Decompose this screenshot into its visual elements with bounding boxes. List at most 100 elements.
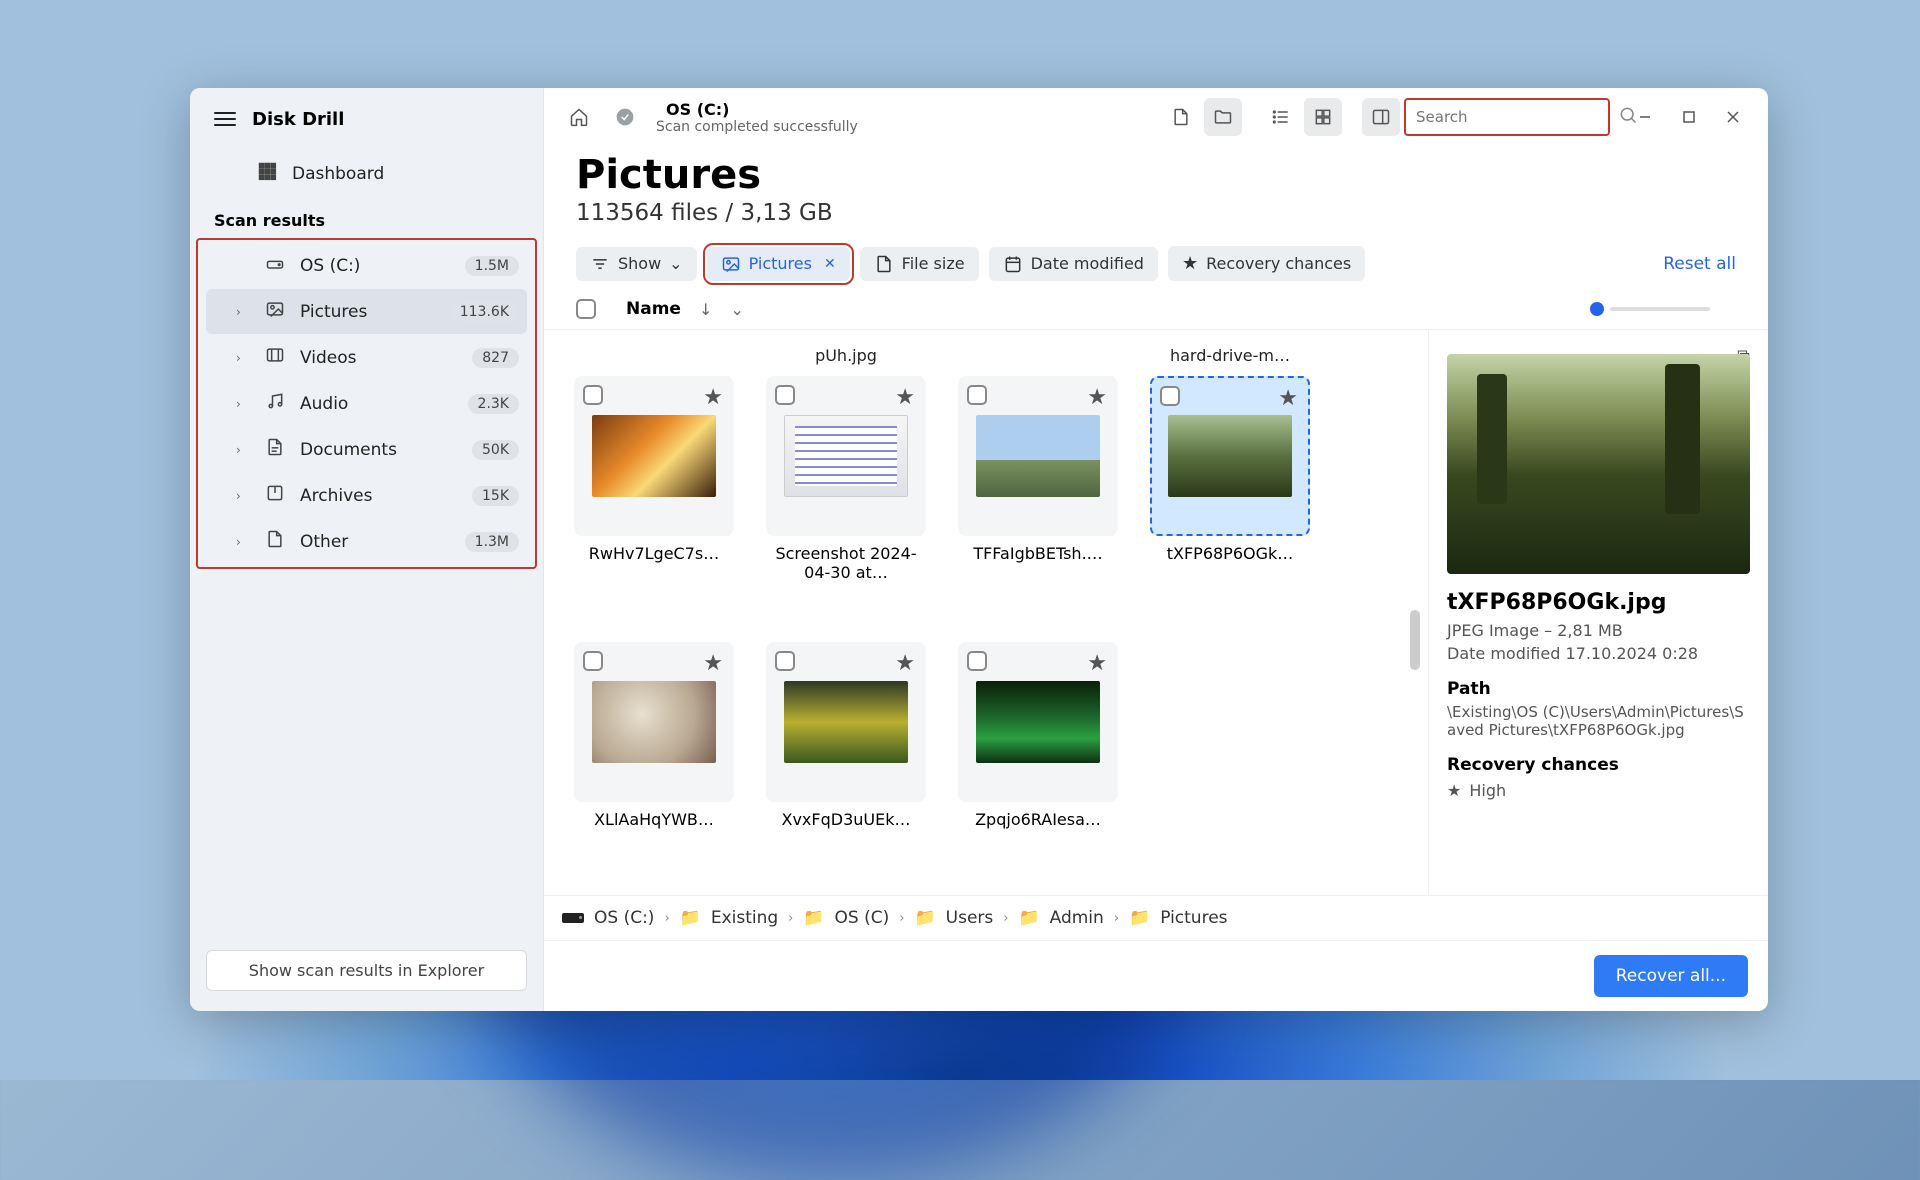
item-name: Screenshot 2024-04-30 at… bbox=[766, 544, 926, 582]
thumbnail-size-slider[interactable] bbox=[1590, 302, 1710, 316]
sidebar-count: 50K bbox=[472, 440, 519, 460]
star-icon[interactable]: ★ bbox=[703, 385, 723, 410]
sidebar-item-pictures[interactable]: ›Pictures113.6K bbox=[206, 289, 527, 334]
col-name[interactable]: Name bbox=[626, 299, 681, 319]
thumbnail-card[interactable]: ★ bbox=[958, 642, 1118, 802]
star-icon[interactable]: ★ bbox=[1087, 385, 1107, 410]
chevron-right-icon[interactable]: › bbox=[236, 489, 250, 503]
filter-pictures[interactable]: Pictures ✕ bbox=[707, 247, 850, 281]
item-checkbox[interactable] bbox=[967, 385, 987, 405]
filter-filesize[interactable]: File size bbox=[860, 247, 979, 281]
panel-toggle-icon[interactable] bbox=[1362, 98, 1400, 136]
thumbnail-card[interactable]: ★ bbox=[766, 642, 926, 802]
sidebar-item-audio[interactable]: ›Audio2.3K bbox=[206, 381, 527, 426]
close-icon[interactable] bbox=[1714, 98, 1752, 136]
filter-recovery[interactable]: ★ Recovery chances bbox=[1168, 246, 1365, 281]
select-all-checkbox[interactable] bbox=[576, 299, 596, 319]
grid-icon bbox=[256, 161, 278, 186]
thumbnail-card[interactable]: ★ bbox=[574, 376, 734, 536]
video-icon bbox=[264, 345, 286, 370]
thumbnail bbox=[592, 415, 716, 497]
breadcrumb-segment[interactable]: OS (C) bbox=[835, 908, 890, 928]
thumbnail-card[interactable]: ★ bbox=[958, 376, 1118, 536]
thumbnail-card[interactable]: ★ bbox=[766, 376, 926, 536]
list-view-icon[interactable] bbox=[1262, 98, 1300, 136]
scrollbar[interactable] bbox=[1410, 610, 1420, 670]
item-checkbox[interactable] bbox=[775, 385, 795, 405]
star-icon: ★ bbox=[1447, 781, 1461, 800]
chevron-right-icon[interactable]: › bbox=[236, 397, 250, 411]
breadcrumb-segment[interactable]: Existing bbox=[711, 908, 778, 928]
grid-item[interactable]: ★XLlAaHqYWB… bbox=[574, 612, 734, 829]
item-checkbox[interactable] bbox=[775, 651, 795, 671]
grid-item[interactable]: pUh.jpg★Screenshot 2024-04-30 at… bbox=[766, 346, 926, 582]
scan-title: OS (C:) bbox=[666, 100, 858, 119]
sidebar-item-other[interactable]: › Other 1.3M bbox=[206, 519, 527, 564]
file-icon[interactable] bbox=[1162, 98, 1200, 136]
menu-icon[interactable] bbox=[214, 108, 236, 130]
folder-icon[interactable] bbox=[1204, 98, 1242, 136]
archive-icon bbox=[264, 483, 286, 508]
grid-item[interactable]: ★ RwHv7LgeC7s… bbox=[574, 346, 734, 582]
image-icon bbox=[264, 299, 286, 324]
star-icon[interactable]: ★ bbox=[703, 651, 723, 676]
chevron-right-icon[interactable]: › bbox=[236, 351, 250, 365]
nav-dashboard[interactable]: Dashboard bbox=[198, 151, 535, 196]
reset-filters[interactable]: Reset all bbox=[1663, 254, 1736, 274]
topbar: OS (C:) Scan completed successfully bbox=[544, 88, 1768, 146]
breadcrumb-segment[interactable]: Users bbox=[946, 908, 994, 928]
grid-view-icon[interactable] bbox=[1304, 98, 1342, 136]
recover-button[interactable]: Recover all... bbox=[1594, 955, 1748, 997]
folder-icon: 📁 bbox=[680, 908, 701, 928]
item-checkbox[interactable] bbox=[1160, 386, 1180, 406]
item-top-label: hard-drive-m… bbox=[1170, 346, 1290, 368]
star-icon[interactable]: ★ bbox=[895, 385, 915, 410]
sidebar-item-documents[interactable]: ›Documents50K bbox=[206, 427, 527, 472]
sidebar-item-osc[interactable]: OS (C:)1.5M bbox=[206, 243, 527, 288]
folder-icon: 📁 bbox=[914, 908, 935, 928]
category-list: OS (C:)1.5M›Pictures113.6K›Videos827›Aud… bbox=[196, 238, 537, 569]
remove-filter-icon[interactable]: ✕ bbox=[824, 256, 836, 272]
filter-datemod[interactable]: Date modified bbox=[989, 247, 1158, 281]
star-icon[interactable]: ★ bbox=[1278, 386, 1298, 411]
file-preview bbox=[1447, 354, 1750, 574]
minimize-icon[interactable] bbox=[1626, 98, 1664, 136]
chevron-right-icon[interactable]: › bbox=[236, 443, 250, 457]
item-checkbox[interactable] bbox=[583, 651, 603, 671]
item-checkbox[interactable] bbox=[967, 651, 987, 671]
detail-filename: tXFP68P6OGk.jpg bbox=[1447, 590, 1750, 615]
show-in-explorer-button[interactable]: Show scan results in Explorer bbox=[206, 950, 527, 991]
sort-arrow-icon[interactable]: ↓ bbox=[699, 300, 712, 319]
sidebar-label: Other bbox=[300, 532, 451, 552]
folder-icon: 📁 bbox=[803, 908, 824, 928]
maximize-icon[interactable] bbox=[1670, 98, 1708, 136]
thumbnail-card[interactable]: ★ bbox=[574, 642, 734, 802]
chevron-right-icon[interactable]: › bbox=[236, 535, 250, 549]
item-checkbox[interactable] bbox=[583, 385, 603, 405]
chevron-down-icon[interactable]: ⌄ bbox=[730, 300, 743, 319]
star-icon[interactable]: ★ bbox=[895, 651, 915, 676]
search-input[interactable] bbox=[1416, 108, 1610, 126]
scan-subtitle: Scan completed successfully bbox=[656, 119, 858, 135]
breadcrumb-segment[interactable]: Pictures bbox=[1160, 908, 1227, 928]
breadcrumb-segment[interactable]: Admin bbox=[1050, 908, 1104, 928]
grid-item[interactable]: ★XvxFqD3uUEk… bbox=[766, 612, 926, 829]
filter-show[interactable]: Show ⌄ bbox=[576, 247, 697, 281]
grid-item[interactable]: ★TFFaIgbBETsh.… bbox=[958, 346, 1118, 582]
grid-item[interactable]: hard-drive-m…★tXFP68P6OGk… bbox=[1150, 346, 1310, 582]
sidebar-count: 827 bbox=[472, 348, 519, 368]
sidebar-count: 1.3M bbox=[465, 532, 519, 552]
chevron-right-icon[interactable]: › bbox=[236, 305, 250, 319]
home-icon[interactable] bbox=[560, 98, 598, 136]
chevron-right-icon: › bbox=[664, 911, 669, 926]
detail-meta: JPEG Image – 2,81 MB bbox=[1447, 621, 1750, 640]
breadcrumb-segment[interactable]: OS (C:) bbox=[594, 908, 654, 928]
sidebar-item-archives[interactable]: ›Archives15K bbox=[206, 473, 527, 518]
sidebar-item-videos[interactable]: ›Videos827 bbox=[206, 335, 527, 380]
item-name: RwHv7LgeC7s… bbox=[589, 544, 719, 563]
sidebar-heading: Scan results bbox=[190, 199, 543, 238]
search-box[interactable] bbox=[1404, 98, 1610, 136]
grid-item[interactable]: ★Zpqjo6RAIesa… bbox=[958, 612, 1118, 829]
star-icon[interactable]: ★ bbox=[1087, 651, 1107, 676]
thumbnail-card[interactable]: ★ bbox=[1150, 376, 1310, 536]
